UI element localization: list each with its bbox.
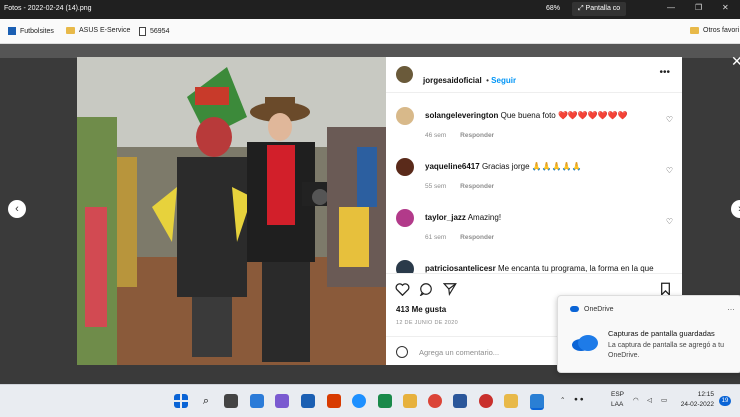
minimize-icon[interactable]: —: [667, 3, 675, 12]
window-title: Fotos - 2022-02-24 (14).png: [4, 5, 92, 12]
comment-time: 55 sem: [425, 183, 447, 190]
fullscreen-label: Pantalla co: [585, 5, 621, 12]
follow-button[interactable]: Seguir: [491, 76, 516, 85]
commenter-avatar[interactable]: [396, 209, 414, 227]
post-date: 12 DE JUNIO DE 2020: [396, 320, 458, 326]
comment-item: yaqueline6417 Gracias jorge 🙏🙏🙏🙏🙏 55 sem…: [386, 155, 682, 205]
tray-app-icons[interactable]: ● ●: [574, 396, 584, 403]
toast-body: La captura de pantalla se agregó a tu On…: [608, 342, 724, 359]
commenter-avatar[interactable]: [396, 158, 414, 176]
volume-icon[interactable]: ◁: [647, 396, 652, 404]
author-avatar[interactable]: [396, 66, 413, 83]
comment-text: Gracias jorge 🙏🙏🙏🙏🙏: [481, 162, 582, 171]
reply-button[interactable]: Responder: [460, 234, 494, 241]
file-explorer-icon[interactable]: [403, 394, 417, 408]
post-header: jorgesaidoficial • Seguir •••: [386, 57, 682, 93]
bookmark-asus-eservice[interactable]: ASUS E-Service: [66, 27, 130, 34]
share-send-icon[interactable]: [443, 282, 457, 296]
windows-start-icon[interactable]: [174, 394, 188, 408]
like-heart-icon[interactable]: [395, 282, 410, 296]
tray-chevron-icon[interactable]: ⌃: [560, 396, 565, 404]
clock-time[interactable]: 12:15: [680, 391, 714, 398]
restore-icon[interactable]: ❐: [695, 3, 702, 12]
commenter-username[interactable]: yaqueline6417: [425, 162, 480, 171]
commenter-username[interactable]: taylor_jazz: [425, 213, 466, 222]
photos-app-icon[interactable]: [530, 394, 544, 410]
futbolsites-icon: [8, 27, 16, 35]
clock-date[interactable]: 24-02-2022: [676, 401, 714, 408]
bookmark-otros-favoritos[interactable]: Otros favori: [690, 27, 739, 34]
folder-icon: [690, 27, 699, 34]
previous-post-button[interactable]: ‹: [8, 200, 26, 218]
bookmark-label: Otros favori: [703, 27, 740, 34]
photos-titlebar: Fotos - 2022-02-24 (14).png 68% ⤢ Pantal…: [0, 0, 740, 19]
word-icon[interactable]: [453, 394, 467, 408]
comment-bubble-icon[interactable]: [419, 282, 433, 296]
reply-button[interactable]: Responder: [460, 132, 494, 139]
commenter-username[interactable]: solangeleverington: [425, 111, 498, 120]
add-comment-input[interactable]: Agrega un comentario...: [419, 348, 499, 357]
commenter-avatar[interactable]: [396, 107, 414, 125]
comment-time: 61 sem: [425, 234, 447, 241]
zoom-level[interactable]: 68%: [546, 5, 560, 12]
notification-badge[interactable]: 19: [719, 396, 731, 406]
reply-button[interactable]: Responder: [460, 183, 494, 190]
expand-icon: ⤢: [578, 5, 586, 12]
asus-app-icon[interactable]: [301, 394, 315, 408]
document-icon: [139, 27, 146, 36]
onedrive-cloud-icon: [572, 335, 598, 351]
chevron-left-icon: ‹: [15, 203, 19, 215]
like-comment-icon[interactable]: ♡: [666, 166, 673, 175]
windows-taskbar: ⌕ ⌃ ● ● ESP LAA ◠ ◁ ▭ 12:15 24-02-2022 1…: [0, 384, 740, 417]
keyboard-layout[interactable]: LAA: [611, 401, 623, 408]
chat-icon[interactable]: [275, 394, 289, 408]
comment-item: patriciosantelicesr Me encanta tu progra…: [386, 257, 682, 273]
task-view-icon[interactable]: [224, 394, 238, 408]
folder-taskbar-icon[interactable]: [504, 394, 518, 408]
comment-text: Me encanta tu programa, la forma en la q…: [497, 264, 654, 273]
search-icon[interactable]: ⌕: [199, 394, 213, 408]
page-header-dimmed: [0, 44, 740, 58]
toast-title: Capturas de pantalla guardadas: [608, 329, 715, 338]
chrome-icon[interactable]: [428, 394, 442, 408]
keyboard-language[interactable]: ESP: [611, 391, 624, 398]
commenter-username[interactable]: patriciosantelicesr: [425, 264, 496, 273]
bookmark-56954[interactable]: 56954: [139, 27, 169, 36]
author-username[interactable]: jorgesaidoficial: [423, 76, 482, 85]
close-icon[interactable]: ✕: [722, 3, 729, 12]
like-comment-icon[interactable]: ♡: [666, 217, 673, 226]
onedrive-notification[interactable]: OneDrive … Capturas de pantalla guardada…: [557, 295, 740, 373]
wifi-icon[interactable]: ◠: [633, 396, 639, 404]
toast-app-name: OneDrive: [584, 306, 614, 313]
comment-text: Amazing!: [467, 213, 502, 222]
like-comment-icon[interactable]: ♡: [666, 115, 673, 124]
bookmark-label: 56954: [150, 28, 170, 35]
excel-icon[interactable]: [378, 394, 392, 408]
office-icon[interactable]: [327, 394, 341, 408]
bookmark-futbolsites[interactable]: Futbolsites: [8, 27, 54, 35]
tribal-photo-illustration: [77, 57, 386, 365]
battery-icon[interactable]: ▭: [661, 396, 667, 404]
bookmarks-bar: Futbolsites ASUS E-Service 56954 Otros f…: [0, 19, 740, 44]
folder-icon: [66, 27, 75, 34]
toast-more-icon[interactable]: …: [727, 303, 735, 312]
chrome-profile-icon[interactable]: [479, 394, 493, 408]
close-modal-icon[interactable]: ✕: [731, 53, 740, 70]
comment-time: 46 sem: [425, 132, 447, 139]
comment-item: solangeleverington Que buena foto ❤️❤️❤️…: [386, 104, 682, 154]
bookmark-label: Futbolsites: [20, 27, 54, 35]
comment-text: Que buena foto ❤️❤️❤️❤️❤️❤️❤️: [500, 111, 628, 120]
bookmark-label: ASUS E-Service: [79, 27, 131, 34]
fullscreen-button[interactable]: ⤢ Pantalla co: [572, 2, 627, 16]
commenter-avatar[interactable]: [396, 260, 414, 273]
onedrive-small-icon: [570, 306, 579, 312]
post-photo: [77, 57, 386, 365]
edge-icon[interactable]: [352, 394, 366, 408]
widgets-icon[interactable]: [250, 394, 264, 408]
bookmark-save-icon[interactable]: [660, 282, 671, 296]
comment-item: taylor_jazz Amazing! 61 sem Responder ♡: [386, 206, 682, 256]
likes-count[interactable]: 413 Me gusta: [396, 305, 446, 314]
emoji-icon[interactable]: [396, 346, 408, 358]
more-options-icon[interactable]: •••: [659, 67, 670, 78]
